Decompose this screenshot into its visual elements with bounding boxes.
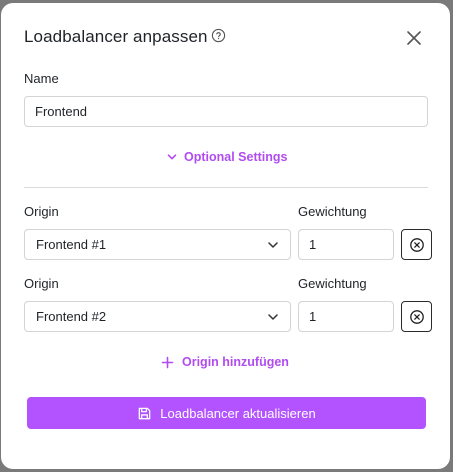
divider: [24, 187, 428, 188]
loadbalancer-dialog: Loadbalancer anpassen Name Optional Sett…: [1, 3, 450, 469]
origin-select[interactable]: Frontend #2: [24, 301, 291, 332]
add-origin-button[interactable]: Origin hinzufügen: [161, 353, 289, 371]
origin-select-value: Frontend #2: [36, 309, 107, 324]
chevron-down-icon: [268, 241, 278, 248]
origin-select[interactable]: Frontend #1: [24, 229, 291, 260]
x-circle-icon: [409, 237, 424, 252]
help-circle-icon[interactable]: [211, 28, 226, 43]
plus-icon: [161, 356, 174, 368]
add-origin-label: Origin hinzufügen: [182, 355, 289, 369]
close-icon: [407, 31, 421, 45]
origin-label: Origin: [24, 204, 59, 219]
weight-label: Gewichtung: [298, 204, 367, 219]
origin-select-value: Frontend #1: [36, 237, 107, 252]
optional-settings-label: Optional Settings: [184, 150, 288, 164]
chevron-down-icon: [167, 154, 177, 160]
dialog-title: Loadbalancer anpassen: [24, 27, 208, 46]
optional-settings-toggle[interactable]: Optional Settings: [166, 148, 287, 166]
name-input[interactable]: [24, 96, 428, 127]
x-circle-icon: [409, 309, 424, 324]
weight-input[interactable]: [298, 301, 394, 332]
remove-origin-button[interactable]: [401, 229, 432, 260]
weight-label: Gewichtung: [298, 276, 367, 291]
name-label: Name: [24, 71, 59, 86]
submit-label: Loadbalancer aktualisieren: [160, 405, 316, 421]
remove-origin-button[interactable]: [401, 301, 432, 332]
weight-input[interactable]: [298, 229, 394, 260]
update-loadbalancer-button[interactable]: Loadbalancer aktualisieren: [27, 397, 426, 429]
chevron-down-icon: [268, 313, 278, 320]
close-button[interactable]: [403, 27, 425, 49]
origin-label: Origin: [24, 276, 59, 291]
save-icon: [138, 407, 151, 419]
